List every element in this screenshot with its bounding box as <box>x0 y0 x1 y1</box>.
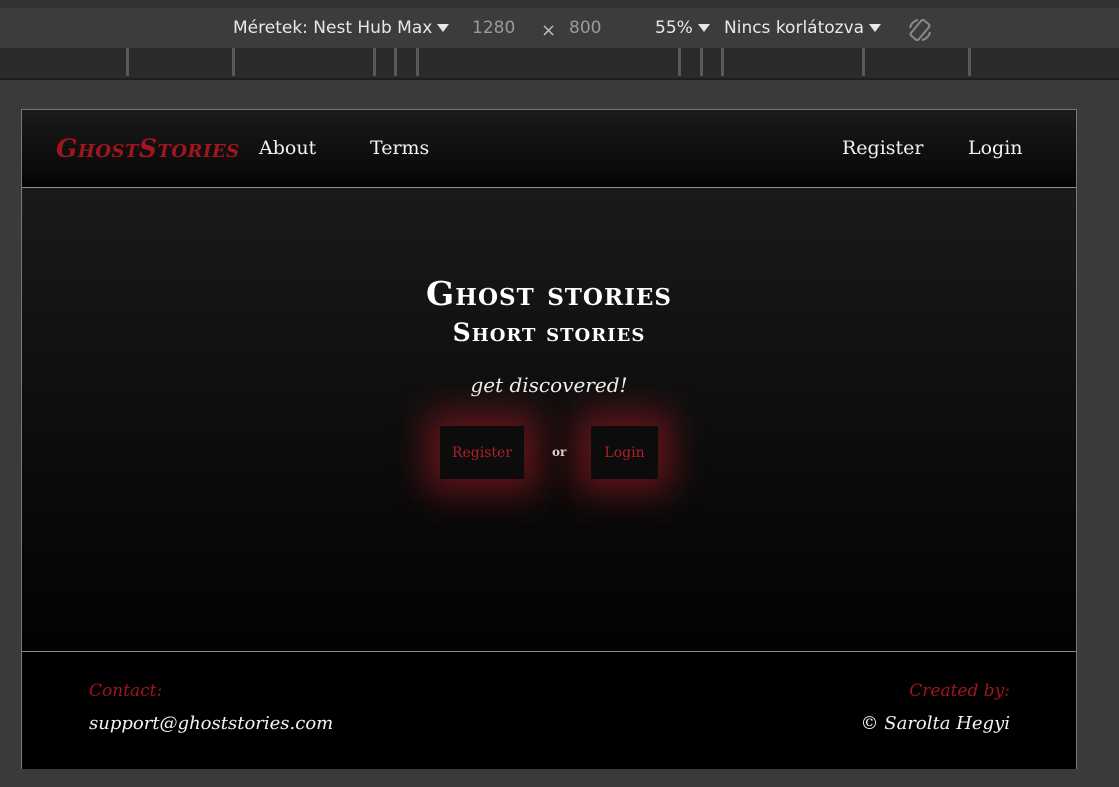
ruler-tick[interactable] <box>232 48 235 76</box>
device-viewport: GhostStories About Terms Register Login … <box>21 109 1077 769</box>
site-footer: Contact: support@ghoststories.com Create… <box>22 651 1076 769</box>
ruler-tick[interactable] <box>678 48 681 76</box>
ruler-tick[interactable] <box>721 48 724 76</box>
nav-link-about[interactable]: About <box>259 137 316 159</box>
ruler-tick[interactable] <box>700 48 703 76</box>
width-input[interactable]: 1280 <box>472 18 515 38</box>
device-dimensions-label: Méretek: Nest Hub Max <box>233 18 433 38</box>
author-credit: © Sarolta Hegyi <box>860 713 1010 734</box>
ruler-tick[interactable] <box>862 48 865 76</box>
times-icon: × <box>541 20 557 41</box>
throttle-dropdown[interactable]: Nincs korlátozva <box>724 18 882 38</box>
media-query-ruler <box>0 48 1119 80</box>
ruler-tick[interactable] <box>394 48 397 76</box>
zoom-dropdown[interactable]: 55% <box>655 18 710 38</box>
hero-title: Ghost stories <box>426 274 672 313</box>
register-button[interactable]: Register <box>440 426 524 479</box>
or-separator: or <box>552 445 567 459</box>
height-input[interactable]: 800 <box>569 18 601 38</box>
hero-section: Ghost stories Short stories get discover… <box>22 188 1076 650</box>
device-toolbar: Méretek: Nest Hub Max 1280 × 800 55% Nin… <box>0 0 1119 48</box>
login-button[interactable]: Login <box>591 426 658 479</box>
hero-subtitle: Short stories <box>452 318 646 347</box>
chevron-down-icon <box>869 24 882 32</box>
ruler-tick[interactable] <box>126 48 129 76</box>
rotate-icon[interactable] <box>906 16 934 44</box>
zoom-label: 55% <box>655 18 693 38</box>
hero-tagline: get discovered! <box>470 373 628 397</box>
ruler-tick[interactable] <box>373 48 376 76</box>
site-navbar: GhostStories About Terms Register Login <box>22 110 1076 227</box>
nav-link-register[interactable]: Register <box>842 137 924 159</box>
throttle-label: Nincs korlátozva <box>724 18 865 38</box>
ruler-tick[interactable] <box>968 48 971 76</box>
chevron-down-icon <box>697 24 710 32</box>
nav-link-login[interactable]: Login <box>968 137 1023 159</box>
chevron-down-icon <box>437 24 450 32</box>
contact-email-link[interactable]: support@ghoststories.com <box>89 713 333 734</box>
nav-link-terms[interactable]: Terms <box>370 137 429 159</box>
ruler-tick[interactable] <box>416 48 419 76</box>
contact-label: Contact: <box>89 681 163 701</box>
device-dimensions-dropdown[interactable]: Méretek: Nest Hub Max <box>233 18 450 38</box>
brand-logo[interactable]: GhostStories <box>56 134 240 163</box>
created-by-label: Created by: <box>909 681 1010 701</box>
